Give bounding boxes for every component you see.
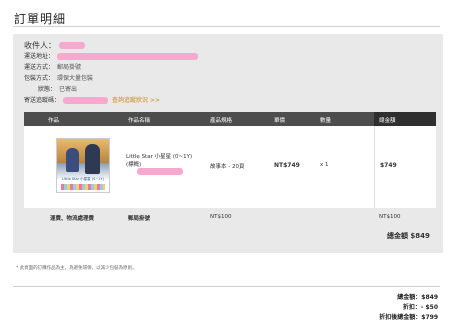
th-product: 作品 <box>48 118 60 124</box>
shipping-method-row: 運送方式： 郵局掛號 <box>24 62 198 73</box>
shipping-method-value: 郵局掛號 <box>57 64 82 71</box>
product-spec: 故事本 - 20頁 <box>210 164 245 170</box>
tracking-link[interactable]: 查詢追蹤狀況 >> <box>112 95 160 106</box>
tracking-row: 寄送追蹤碼： 查詢追蹤狀況 >> <box>24 95 198 106</box>
address-label: 運送地址： <box>24 53 55 60</box>
order-note: * 此頁面的訂購作品為主，為避免環保，以減少包裝為原則。 <box>16 266 137 271</box>
product-thumbnail[interactable]: Little Star 小星星 (0~1Y) <box>56 138 110 193</box>
address-row: 運送地址： <box>24 51 199 62</box>
recipient-name-row: 收件人： <box>24 40 198 51</box>
redacted-tracking <box>63 97 109 104</box>
th-quantity: 數量 <box>320 118 332 124</box>
packing-value: 環保大量包裝 <box>57 75 94 82</box>
table-header: 作品 作品名稱 產品規格 單價 數量 總金額 <box>24 112 436 126</box>
redacted-address <box>57 53 199 60</box>
thumbnail-caption: Little Star 小星星 (0~1Y) <box>61 177 105 181</box>
shipping-fee-total: NT$100 <box>379 214 401 220</box>
th-total: 總金額 <box>374 112 436 126</box>
shipping-method-label: 運送方式： <box>24 64 55 71</box>
product-name-line1: Little Star 小星星 (0~1Y) <box>126 154 193 160</box>
status-row: 狀態： 已寄出 <box>24 84 198 95</box>
thumbnail-decoration <box>61 184 105 190</box>
item-total-cell: $749 <box>374 126 436 208</box>
status-label: 狀態： <box>38 86 57 93</box>
order-panel: 收件人： 運送地址： 運送方式： 郵局掛號 包裝方式： 環保大量包裝 狀態： 已… <box>13 34 443 253</box>
status-value: 已寄出 <box>59 86 78 93</box>
summary-after-discount: 折扣後總金額：$799 <box>379 314 438 321</box>
packing-label: 包裝方式： <box>24 75 55 82</box>
item-total: $749 <box>380 162 397 169</box>
th-product-name: 作品名稱 <box>128 118 151 124</box>
shipping-fee-row: 運費、物流處理費 郵局掛號 NT$100 NT$100 總金額 $849 <box>24 208 436 252</box>
unit-price: NT$749 <box>274 162 300 169</box>
thumbnail-figure-adult <box>85 144 100 174</box>
quantity: x 1 <box>320 162 329 168</box>
thumbnail-figure-child <box>66 148 79 172</box>
page-title: 訂單明細 <box>14 12 67 26</box>
table-row: Little Star 小星星 (0~1Y) Little Star 小星星 (… <box>24 126 436 208</box>
recipient-name-label: 收件人： <box>24 41 56 50</box>
bottom-divider <box>13 286 440 287</box>
th-unit-price: 單價 <box>274 118 286 124</box>
shipping-fee: NT$100 <box>210 214 232 220</box>
packing-row: 包裝方式： 環保大量包裝 <box>24 73 198 84</box>
shipping-method: 郵局掛號 <box>128 216 151 222</box>
redacted-product-note <box>137 168 183 175</box>
panel-grand-total: 總金額 $849 <box>387 232 430 240</box>
th-spec: 產品規格 <box>210 118 233 124</box>
shipping-fee-label: 運費、物流處理費 <box>50 216 95 222</box>
tracking-label: 寄送追蹤碼： <box>24 97 61 104</box>
recipient-info: 收件人： 運送地址： 運送方式： 郵局掛號 包裝方式： 環保大量包裝 狀態： 已… <box>24 40 199 106</box>
redacted-name <box>59 42 85 49</box>
product-name: Little Star 小星星 (0~1Y) (標槪) <box>126 153 192 169</box>
order-summary: 總金額：$849 折扣：- $50 折扣後總金額：$799 <box>379 293 438 323</box>
title-divider <box>13 26 440 27</box>
summary-total: 總金額：$849 <box>397 294 438 301</box>
summary-discount: 折扣：- $50 <box>402 304 438 311</box>
